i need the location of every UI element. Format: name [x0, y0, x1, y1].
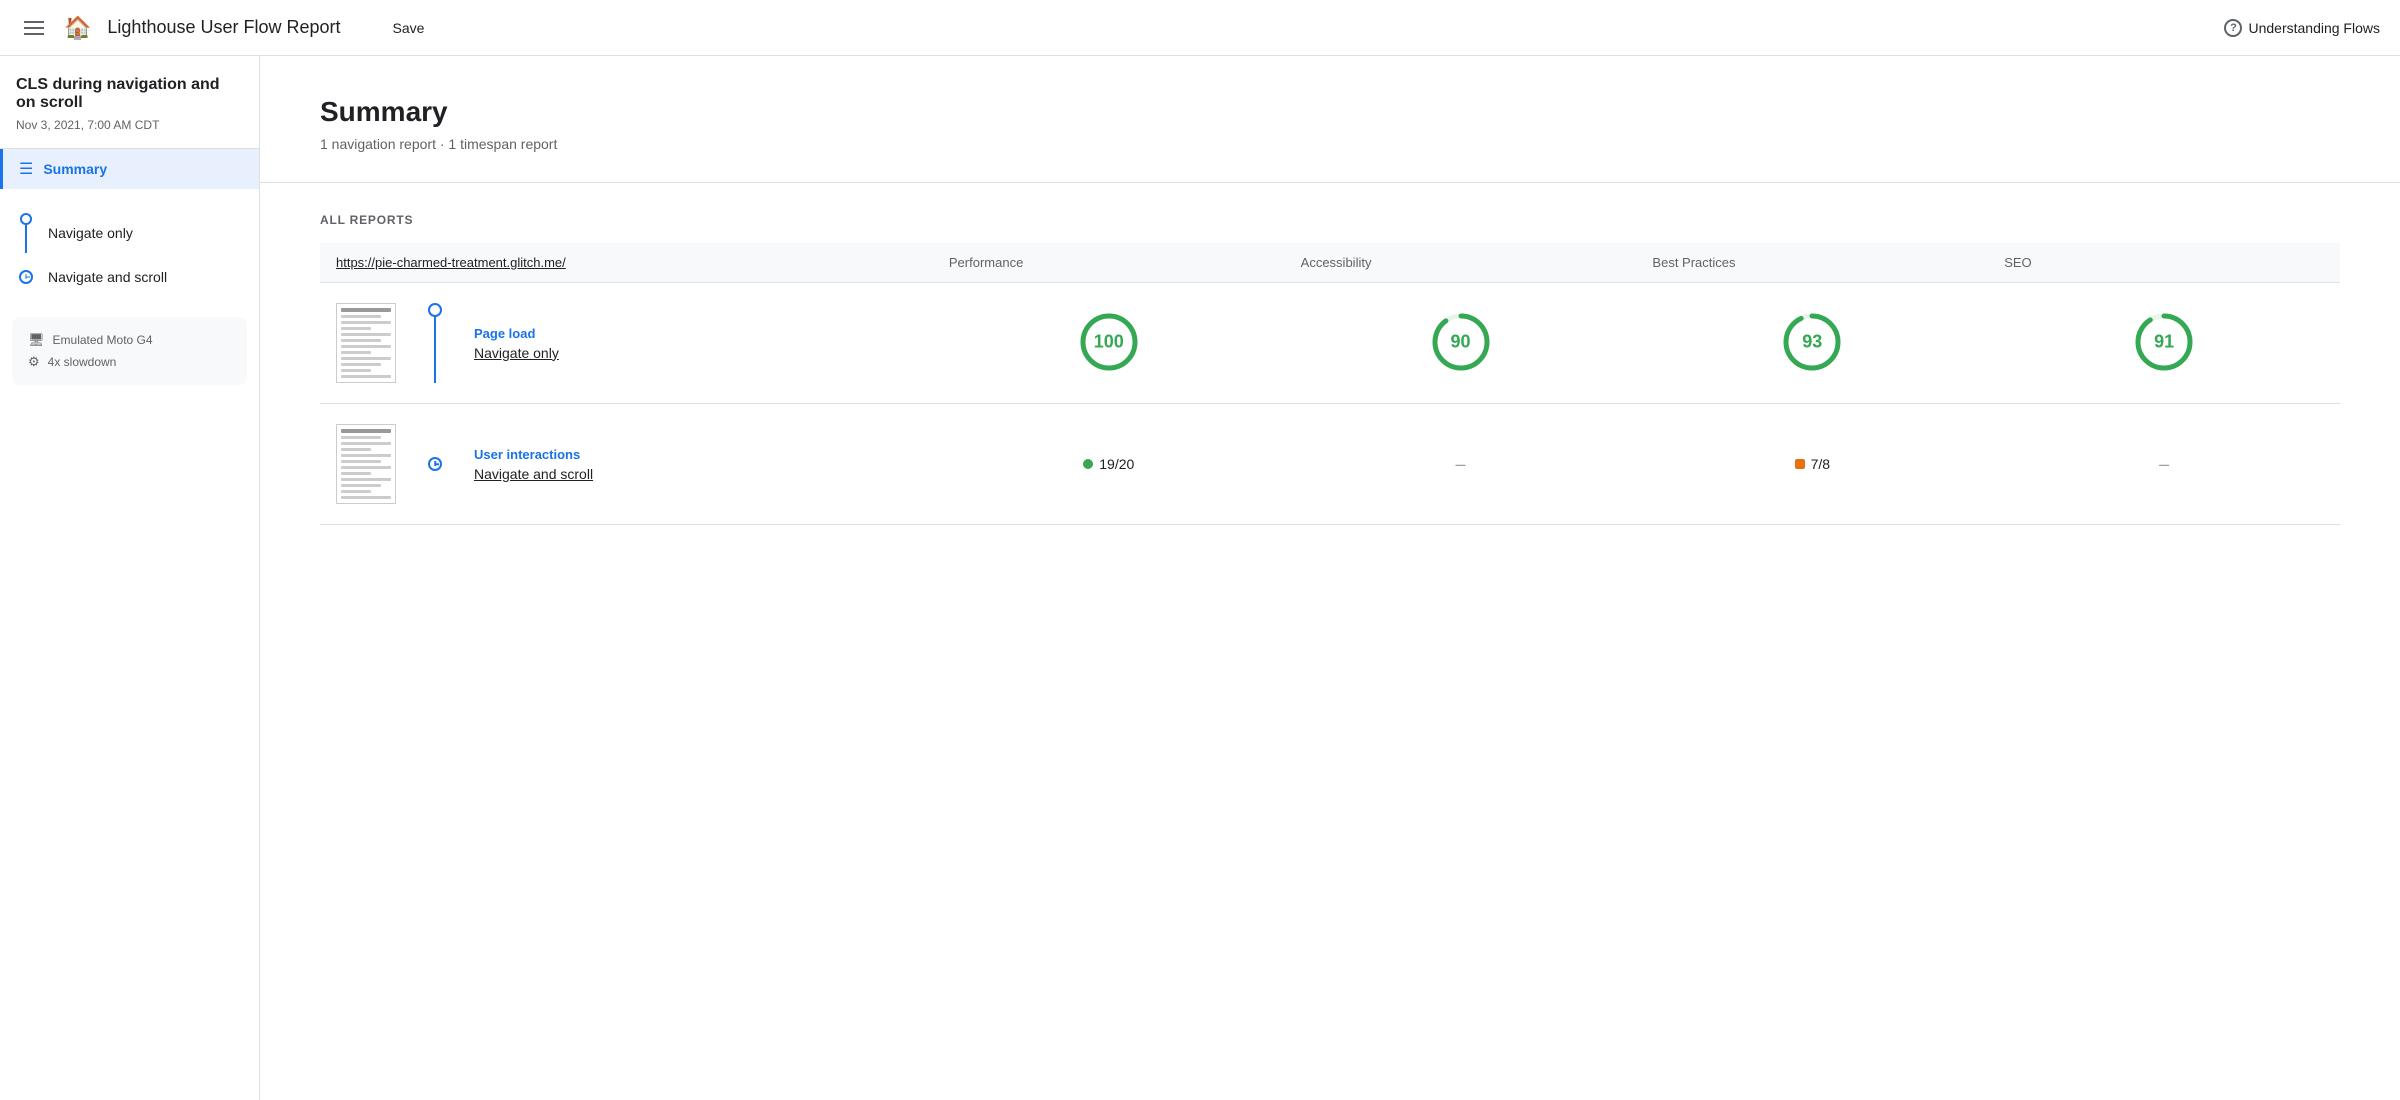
report-name[interactable]: Navigate only — [474, 345, 917, 361]
help-label: Understanding Flows — [2248, 20, 2380, 36]
th-best-practices: Best Practices — [1636, 243, 1988, 283]
body-layout: CLS during navigation and on scroll Nov … — [0, 56, 2400, 1100]
report-info-cell: Page load Navigate only — [458, 283, 933, 404]
report-type: User interactions — [474, 447, 917, 462]
flow-line-1 — [25, 225, 27, 253]
flow-dot-1 — [20, 213, 32, 225]
reports-section: ALL REPORTS https://pie-charmed-treatmen… — [260, 183, 2400, 555]
hamburger-menu[interactable] — [20, 17, 48, 39]
reports-section-label: ALL REPORTS — [320, 213, 2340, 227]
th-url: https://pie-charmed-treatment.glitch.me/ — [320, 243, 933, 283]
table-header-row: https://pie-charmed-treatment.glitch.me/… — [320, 243, 2340, 283]
sidebar-item-navigate-only[interactable]: Navigate only — [0, 205, 259, 261]
th-seo: SEO — [1988, 243, 2340, 283]
setting-slowdown: ⚙ 4x slowdown — [28, 351, 231, 373]
reports-table: https://pie-charmed-treatment.glitch.me/… — [320, 243, 2340, 525]
header-left: 🏠 Lighthouse User Flow Report Save — [20, 14, 436, 42]
sidebar-settings: 🖥 Emulated Moto G4 ⚙ 4x slowdown — [12, 317, 247, 385]
th-performance: Performance — [933, 243, 1285, 283]
timespan-seo-cell: – — [1988, 404, 2340, 525]
app-title: Lighthouse User Flow Report — [107, 17, 340, 38]
timespan-perf-cell: 19/20 — [933, 404, 1285, 525]
setting-device: 🖥 Emulated Moto G4 — [28, 329, 231, 351]
project-date: Nov 3, 2021, 7:00 AM CDT — [16, 118, 243, 132]
summary-section: Summary 1 navigation report · 1 timespan… — [260, 56, 2400, 183]
report-info-cell: User interactions Navigate and scroll — [458, 404, 933, 525]
save-button[interactable]: Save — [381, 14, 437, 42]
sidebar: CLS during navigation and on scroll Nov … — [0, 56, 260, 1100]
flow-label-1: Navigate only — [48, 225, 133, 241]
table-row: User interactions Navigate and scroll 19… — [320, 404, 2340, 525]
help-link[interactable]: ? Understanding Flows — [2224, 19, 2380, 37]
main-content: Summary 1 navigation report · 1 timespan… — [260, 56, 2400, 1100]
flow-label-2: Navigate and scroll — [48, 269, 167, 285]
timespan-a11y-cell: – — [1285, 404, 1637, 525]
slowdown-icon: ⚙ — [28, 354, 40, 370]
report-type: Page load — [474, 326, 917, 341]
sidebar-flows: Navigate only Navigate and scroll — [0, 189, 259, 309]
sidebar-item-navigate-and-scroll[interactable]: Navigate and scroll — [0, 261, 259, 293]
perf-cell: 100 — [933, 283, 1285, 404]
sidebar-project: CLS during navigation and on scroll Nov … — [0, 56, 259, 149]
help-icon: ? — [2224, 19, 2242, 37]
timespan-bp-cell: 7/8 — [1636, 404, 1988, 525]
sidebar-summary-item[interactable]: ☰ Summary — [0, 149, 259, 189]
device-icon: 🖥 — [28, 332, 45, 348]
connector-cell — [412, 404, 458, 525]
summary-list-icon: ☰ — [19, 159, 33, 179]
flow-connector-2 — [16, 270, 36, 284]
thumbnail-cell — [320, 283, 412, 404]
summary-heading: Summary — [320, 96, 2340, 128]
project-title: CLS during navigation and on scroll — [16, 76, 243, 112]
thumbnail-cell — [320, 404, 412, 525]
header: 🏠 Lighthouse User Flow Report Save ? Und… — [0, 0, 2400, 56]
device-label: Emulated Moto G4 — [53, 333, 153, 347]
flow-clock-icon — [19, 270, 33, 284]
a11y-cell: 90 — [1285, 283, 1637, 404]
seo-cell: 91 — [1988, 283, 2340, 404]
connector-cell — [412, 283, 458, 404]
report-name[interactable]: Navigate and scroll — [474, 466, 917, 482]
summary-label: Summary — [43, 161, 107, 177]
flow-connector-1 — [16, 213, 36, 253]
bp-cell: 93 — [1636, 283, 1988, 404]
slowdown-label: 4x slowdown — [48, 355, 117, 369]
table-row: Page load Navigate only 100 90 93 — [320, 283, 2340, 404]
summary-sub: 1 navigation report · 1 timespan report — [320, 136, 2340, 152]
header-right: ? Understanding Flows — [2224, 19, 2380, 37]
logo-icon: 🏠 — [64, 15, 91, 41]
th-accessibility: Accessibility — [1285, 243, 1637, 283]
